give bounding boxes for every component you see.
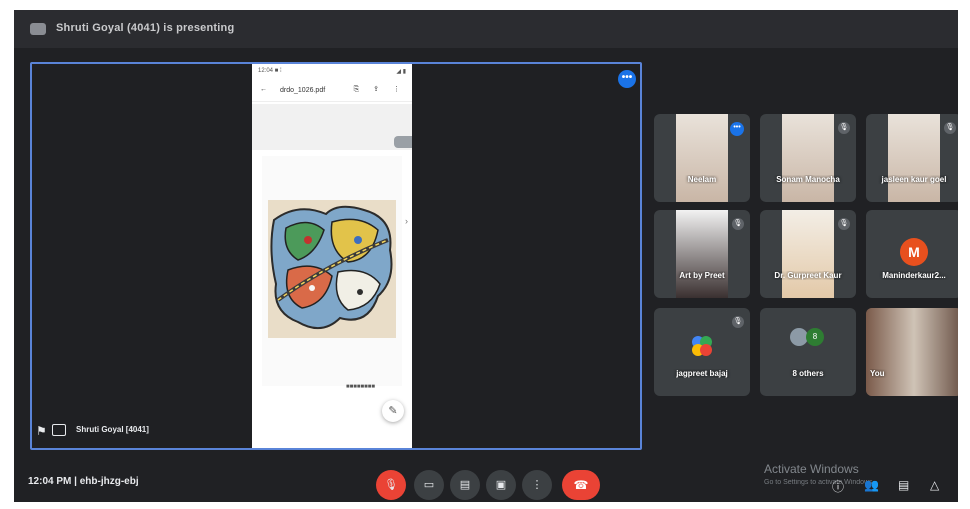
mic-off-icon: 🎙: [732, 316, 744, 328]
end-call-button[interactable]: ☎: [562, 470, 600, 500]
mic-off-icon: 🎙: [838, 218, 850, 230]
camera-toggle-button[interactable]: ▭: [414, 470, 444, 500]
avatar: M: [900, 238, 928, 266]
activate-windows-watermark: Activate Windows: [764, 462, 859, 476]
pdf-toolbar: ← drdo_1026.pdf ⎘ ⇪ ⋮: [252, 80, 412, 102]
pdf-background: [252, 104, 412, 150]
page-footer-text: ■■■■■■■■: [346, 384, 375, 390]
participant-name: Maninderkaur2...: [882, 271, 946, 280]
signal-icon: ◢ ▮: [396, 69, 406, 75]
present-now-button[interactable]: ▣: [486, 470, 516, 500]
more-options-button[interactable]: ⋮: [522, 470, 552, 500]
meet-window: Shruti Goyal (4041) is presenting 12:04 …: [14, 10, 958, 502]
presentation-icon: [30, 23, 46, 35]
participant-name: You: [870, 369, 885, 378]
pdf-tools-icon: ⎘ ⇪ ⋮: [353, 86, 406, 93]
participant-video: [888, 114, 940, 202]
chat-icon[interactable]: ▤: [898, 478, 909, 492]
pdf-filename: drdo_1026.pdf: [280, 87, 326, 94]
self-video: [866, 308, 958, 396]
shared-phone-screen: 12:04 ■ ⁞ ◢ ▮ ← drdo_1026.pdf ⎘ ⇪ ⋮ › ■■…: [252, 64, 412, 448]
chevron-right-icon: ›: [405, 216, 408, 226]
participant-tile[interactable]: M Maninderkaur2...: [866, 210, 958, 298]
info-icon[interactable]: ⓘ: [832, 478, 844, 495]
participant-tile[interactable]: ••• Neelam: [654, 114, 750, 202]
phone-clock: 12:04 ■ ⁞: [258, 68, 282, 74]
more-options-button[interactable]: •••: [618, 70, 636, 88]
present-screen-icon: [52, 424, 66, 436]
participant-tile[interactable]: 🎙 jagpreet bajaj: [654, 308, 750, 396]
participant-tile[interactable]: 🎙 jasleen kaur goel: [866, 114, 958, 202]
edit-pencil-icon: ✎: [382, 400, 404, 422]
captions-button[interactable]: ▤: [450, 470, 480, 500]
mic-toggle-button[interactable]: 🎙: [376, 470, 406, 500]
self-tile[interactable]: You: [866, 308, 958, 396]
activities-icon[interactable]: △: [930, 478, 939, 492]
participant-tile[interactable]: 🎙 Sonam Manocha: [760, 114, 856, 202]
top-bar: Shruti Goyal (4041) is presenting: [14, 10, 958, 48]
participant-tile[interactable]: 🎙 Art by Preet: [654, 210, 750, 298]
page-handle-icon: [394, 136, 412, 148]
participant-name: jasleen kaur goel: [881, 175, 947, 184]
mic-off-icon: 🎙: [838, 122, 850, 134]
presenter-name: Shruti Goyal [4041]: [76, 425, 149, 434]
participant-video: [676, 210, 728, 298]
activate-windows-subtext: Go to Settings to activate Windows.: [764, 479, 875, 486]
others-tile[interactable]: 8 8 others: [760, 308, 856, 396]
participant-tile[interactable]: 🎙 Dr. Gurpreet Kaur: [760, 210, 856, 298]
pin-icon[interactable]: ⚑: [36, 424, 47, 438]
people-icon[interactable]: 👥: [864, 478, 879, 492]
more-options-icon[interactable]: •••: [730, 122, 744, 136]
participant-name: jagpreet bajaj: [676, 369, 728, 378]
participant-name: Art by Preet: [679, 271, 725, 280]
google-avatar-icon: [692, 336, 712, 356]
pdf-page: › ■■■■■■■■: [262, 156, 408, 390]
participant-video: [676, 114, 728, 202]
presenting-title: Shruti Goyal (4041) is presenting: [56, 22, 235, 34]
presentation-stage[interactable]: 12:04 ■ ⁞ ◢ ▮ ← drdo_1026.pdf ⎘ ⇪ ⋮ › ■■…: [30, 62, 642, 450]
back-arrow-icon: ←: [260, 86, 267, 93]
painting-image: [268, 200, 396, 338]
participant-name: Neelam: [687, 175, 717, 184]
mic-off-icon: 🎙: [944, 122, 956, 134]
avatar: 8: [806, 328, 824, 346]
participant-name: 8 others: [792, 369, 824, 378]
bottom-bar: 12:04 PM | ehb-jhzg-ebj 🎙 ▭ ▤ ▣ ⋮ ☎ Acti…: [14, 462, 958, 502]
participant-video: [782, 114, 834, 202]
phone-status-bar: 12:04 ■ ⁞ ◢ ▮: [252, 64, 412, 78]
time-and-meeting-code: 12:04 PM | ehb-jhzg-ebj: [28, 476, 139, 487]
participant-name: Dr. Gurpreet Kaur: [774, 271, 842, 280]
participant-name: Sonam Manocha: [776, 175, 840, 184]
mic-off-icon: 🎙: [732, 218, 744, 230]
participant-video: [782, 210, 834, 298]
drawing-artwork: [268, 200, 396, 338]
